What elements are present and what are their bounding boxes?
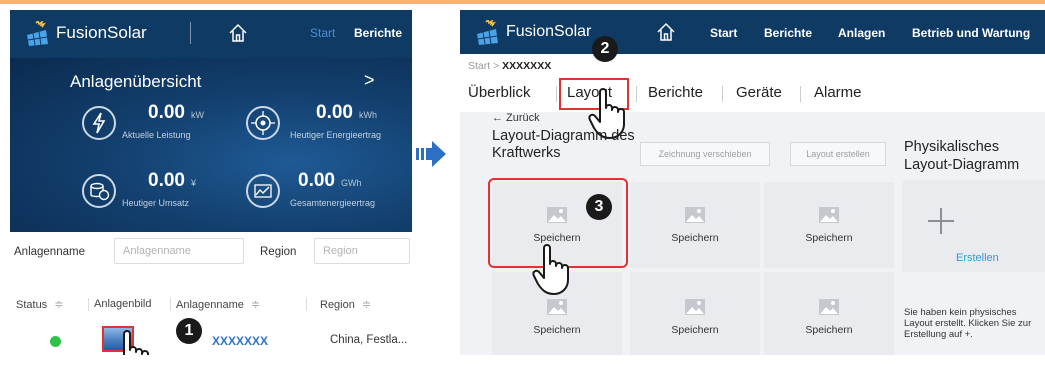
plant-name-label: Anlagenname: [14, 246, 85, 258]
plant-name-link[interactable]: XXXXXXX: [212, 334, 268, 348]
region-label: Region: [260, 246, 297, 258]
left-screenshot-panel: FusionSolar Start Berichte Anlagenübersi…: [10, 10, 412, 355]
tab-ueberblick[interactable]: Überblick: [468, 84, 531, 101]
card-save-label: Speichern: [805, 324, 853, 336]
right-screenshot-panel: FusionSolar Start Berichte Anlagen Betri…: [460, 10, 1045, 355]
image-placeholder-icon: [819, 207, 839, 223]
plant-name-input[interactable]: Anlagenname: [114, 238, 244, 264]
stat-value: 0.00: [298, 170, 335, 191]
breadcrumb-root[interactable]: Start: [468, 60, 490, 72]
column-header-name[interactable]: Anlagenname ≑: [176, 298, 260, 311]
image-placeholder-icon: [547, 299, 567, 315]
nav-berichte-link[interactable]: Berichte: [354, 26, 402, 40]
column-divider: [88, 298, 89, 311]
left-brand-name: FusionSolar: [56, 23, 147, 42]
tab-divider: [800, 86, 801, 102]
home-icon[interactable]: [656, 22, 676, 42]
stat-unit: GWh: [340, 178, 362, 188]
coins-icon: [82, 174, 116, 208]
overview-title: Anlagenübersicht: [70, 72, 202, 91]
card-save-label: Speichern: [671, 324, 719, 336]
tab-berichte[interactable]: Berichte: [648, 84, 703, 101]
current-power-stat: 0.00 kW: [148, 102, 204, 124]
sort-icon[interactable]: ≑: [54, 299, 63, 311]
image-placeholder-icon: [685, 299, 705, 315]
right-brand-name: FusionSolar: [506, 23, 592, 40]
step-badge-1: 1: [176, 318, 202, 344]
tab-geraete[interactable]: Geräte: [736, 84, 782, 101]
daily-yield-stat: 0.00 kWh: [316, 102, 377, 124]
nav-start-link[interactable]: Start: [710, 26, 737, 40]
column-header-region[interactable]: Region ≑: [320, 298, 371, 311]
fusionsolar-logo-icon: [27, 21, 48, 46]
total-yield-stat: 0.00 GWh: [298, 170, 362, 192]
region-input[interactable]: Region: [314, 238, 410, 264]
breadcrumb-separator: >: [493, 60, 500, 72]
sort-icon[interactable]: ≑: [251, 299, 260, 311]
physical-layout-title: Physikalisches Layout-Diagramm: [904, 139, 1020, 173]
create-layout-button[interactable]: Layout erstellen: [790, 142, 886, 166]
home-icon[interactable]: [228, 23, 248, 43]
column-divider: [170, 298, 171, 311]
stat-unit: kWh: [358, 110, 377, 120]
tab-divider: [636, 86, 637, 102]
card-save-label: Speichern: [533, 324, 581, 336]
column-title: Status: [16, 299, 48, 311]
arrow-right-icon: [416, 141, 446, 167]
stat-label: Heutiger Umsatz: [122, 198, 190, 208]
top-accent-line: [0, 0, 1045, 4]
pointer-hand-icon: [532, 244, 569, 295]
nav-anlagen-link[interactable]: Anlagen: [838, 26, 885, 40]
step-badge-3: 3: [586, 194, 612, 220]
empty-layout-hint: Sie haben kein physisches Layout erstell…: [904, 307, 1032, 340]
header-separator: [190, 22, 191, 44]
column-header-image: Anlagenbild: [94, 298, 152, 310]
plus-icon[interactable]: [926, 206, 956, 236]
move-drawing-button[interactable]: Zeichnung verschieben: [640, 142, 770, 166]
card-save-label: Speichern: [805, 232, 853, 244]
column-title: Region: [320, 299, 355, 311]
status-online-dot: [50, 336, 61, 347]
lightning-icon: [82, 106, 116, 140]
create-label[interactable]: Erstellen: [956, 252, 999, 264]
nav-berichte-link[interactable]: Berichte: [764, 26, 812, 40]
image-placeholder-icon: [819, 299, 839, 315]
layout-diagram-title: Layout-Diagramm des Kraftwerks: [492, 128, 635, 161]
card-save-label: Speichern: [671, 232, 719, 244]
layout-card[interactable]: [630, 182, 760, 268]
breadcrumb: Start > XXXXXXX: [468, 60, 551, 72]
pointer-hand-icon: [123, 330, 149, 355]
stat-label: Heutiger Energieertrag: [290, 130, 382, 140]
layout-card[interactable]: [764, 182, 894, 268]
plant-region-cell: China, Festla...: [330, 334, 408, 346]
stat-label: Gesamtenergieertrag: [290, 198, 376, 208]
back-link[interactable]: ← Zurück: [492, 112, 540, 124]
column-divider: [306, 298, 307, 311]
column-title: Anlagenname: [176, 299, 244, 311]
tab-alarme[interactable]: Alarme: [814, 84, 862, 101]
stat-value: 0.00: [316, 102, 353, 123]
stat-unit: kW: [190, 110, 204, 120]
stat-value: 0.00: [148, 170, 185, 191]
stat-label: Aktuelle Leistung: [122, 130, 191, 140]
image-placeholder-icon: [685, 207, 705, 223]
chart-trend-icon: [246, 174, 280, 208]
tab-divider: [722, 86, 723, 102]
step-badge-2: 2: [592, 36, 618, 62]
breadcrumb-current: XXXXXXX: [502, 60, 552, 72]
daily-revenue-stat: 0.00 ¥: [148, 170, 196, 192]
chevron-right-icon[interactable]: >: [364, 70, 375, 91]
sort-icon[interactable]: ≑: [362, 299, 371, 311]
nav-start-link[interactable]: Start: [310, 26, 335, 40]
energy-target-icon: [246, 106, 280, 140]
stat-value: 0.00: [148, 102, 185, 123]
fusionsolar-logo-icon: [477, 20, 498, 45]
nav-betrieb-wartung-link[interactable]: Betrieb und Wartung: [912, 26, 1030, 40]
tab-divider: [556, 86, 557, 102]
stat-unit: ¥: [190, 178, 196, 188]
column-header-status[interactable]: Status ≑: [16, 298, 63, 311]
